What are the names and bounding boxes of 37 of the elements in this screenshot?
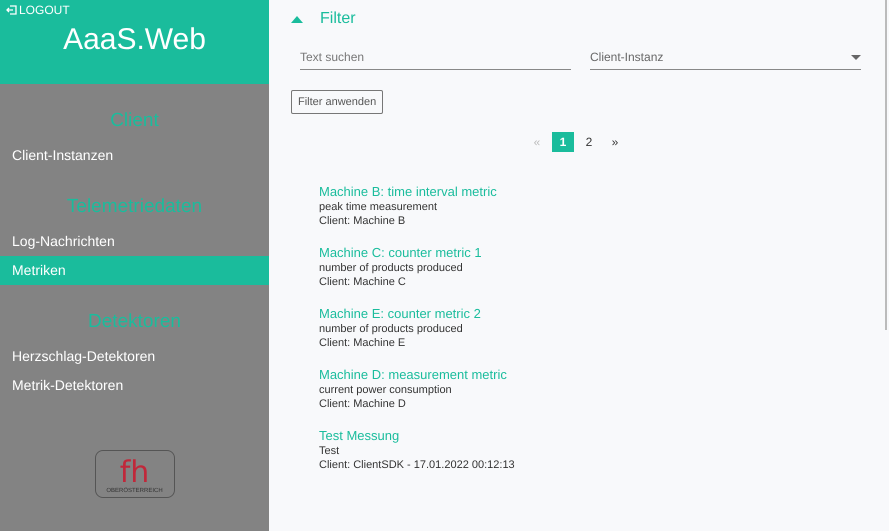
page-link[interactable]: 1 — [552, 132, 574, 152]
metric-title-link[interactable]: Machine E: counter metric 2 — [319, 306, 481, 321]
metric-description: number of products produced — [319, 323, 464, 335]
metric-client: Client: Machine E — [319, 337, 406, 349]
apply-filter-button[interactable]: Filter anwenden — [291, 90, 384, 114]
metric-title-link[interactable]: Machine B: time interval metric — [319, 184, 497, 199]
filter-title: Filter — [320, 10, 356, 28]
nav-item[interactable]: Metriken — [0, 256, 269, 285]
search-field[interactable]: Text suchen — [300, 46, 571, 70]
metric-client: Client: Machine C — [319, 276, 407, 288]
next-page-link[interactable]: » — [604, 132, 626, 152]
logout-link[interactable]: LOGOUT — [6, 3, 70, 17]
previous-page-link[interactable]: « — [526, 132, 548, 152]
nav-item[interactable]: Metrik-Detektoren — [0, 371, 269, 400]
logout-icon — [6, 5, 17, 15]
client-select[interactable]: Client-Instanz — [590, 46, 861, 70]
nav-item[interactable]: Herzschlag-Detektoren — [0, 342, 269, 371]
metric-description: current power consumption — [319, 384, 453, 396]
section-heading: Client — [109, 110, 160, 132]
metric-description: Test — [319, 445, 340, 457]
metric-description: peak time measurement — [319, 201, 438, 213]
nav-item[interactable]: Log-Nachrichten — [0, 227, 269, 256]
section-heading: Detektoren — [87, 311, 182, 333]
metric-title-link[interactable]: Machine D: measurement metric — [319, 367, 507, 382]
metric-title-link[interactable]: Test Messung — [319, 428, 400, 443]
app-title: AaaS.Web — [62, 23, 207, 57]
metric-client: Client: ClientSDK - 17.01.2022 00:12:13 — [319, 459, 516, 471]
section-heading: Telemetriedaten — [66, 196, 204, 218]
metric-client: Client: Machine B — [319, 215, 406, 227]
collapse-arrow-icon[interactable] — [291, 16, 303, 22]
metric-description: number of products produced — [319, 262, 464, 274]
nav-item[interactable]: Client-Instanzen — [0, 141, 269, 170]
scrollbar[interactable] — [885, 0, 887, 330]
page-link[interactable]: 2 — [578, 132, 600, 152]
metric-title-link[interactable]: Machine C: counter metric 1 — [319, 245, 482, 260]
metric-client: Client: Machine D — [319, 398, 407, 410]
dropdown-caret-icon — [851, 54, 861, 60]
